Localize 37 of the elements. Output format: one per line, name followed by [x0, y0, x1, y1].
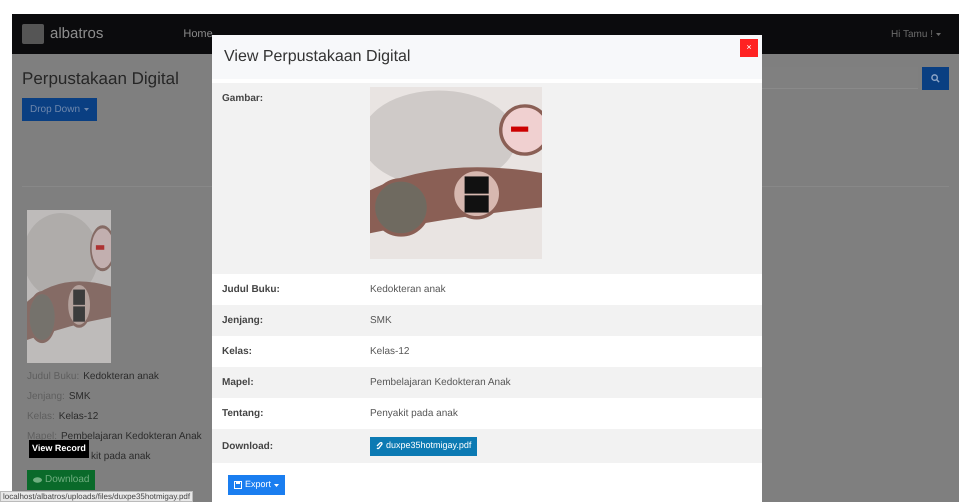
detail-label: Gambar: [221, 92, 264, 106]
field-value: Kelas-12 [58, 410, 98, 424]
tooltip: View Record [29, 440, 89, 458]
logo-icon [22, 24, 44, 44]
detail-label: Tentang: [221, 407, 264, 421]
dropdown-button[interactable]: Drop Down [22, 98, 98, 120]
export-button[interactable]: Export [228, 475, 286, 495]
save-icon [234, 481, 242, 489]
detail-value: Pembelajaran Kedokteran Anak [370, 376, 511, 390]
detail-label: Kelas: [221, 345, 254, 359]
download-button[interactable]: Download [27, 470, 96, 490]
detail-label: Jenjang: [221, 314, 264, 328]
eye-icon [33, 476, 42, 482]
field-value: SMK [68, 390, 90, 404]
search-button[interactable] [922, 67, 949, 90]
user-menu[interactable]: Hi Tamu ! [890, 26, 941, 42]
modal-title: View Perpustakaan Digital [224, 47, 410, 67]
caret-icon [84, 108, 90, 110]
status-bar: localhost/albatros/uploads/files/duxpe35hotmigay.pdf [0, 491, 194, 502]
detail-value: Kedokteran anak [370, 283, 446, 297]
close-button[interactable]: × [740, 39, 758, 57]
detail-value: Kelas-12 [370, 345, 410, 359]
caret-icon [274, 484, 280, 486]
detail-value: SMK [370, 314, 392, 328]
detail-value: Penyakit pada anak [370, 407, 458, 421]
file-download-link[interactable]: duxpe35hotmigay.pdf [370, 436, 478, 456]
field-value: Kedokteran anak [83, 370, 159, 384]
detail-label: Judul Buku: [221, 283, 281, 297]
detail-label: Mapel: [221, 376, 255, 390]
nav-link[interactable]: Home [183, 26, 213, 42]
search-icon [931, 74, 940, 83]
field-value: kit pada anak [91, 450, 150, 464]
caret-icon [936, 32, 941, 36]
brand-name: albatros [50, 24, 104, 44]
detail-label: Download: [221, 440, 274, 454]
page-title: Perpustakaan Digital [22, 68, 179, 90]
paperclip-icon [376, 442, 383, 450]
